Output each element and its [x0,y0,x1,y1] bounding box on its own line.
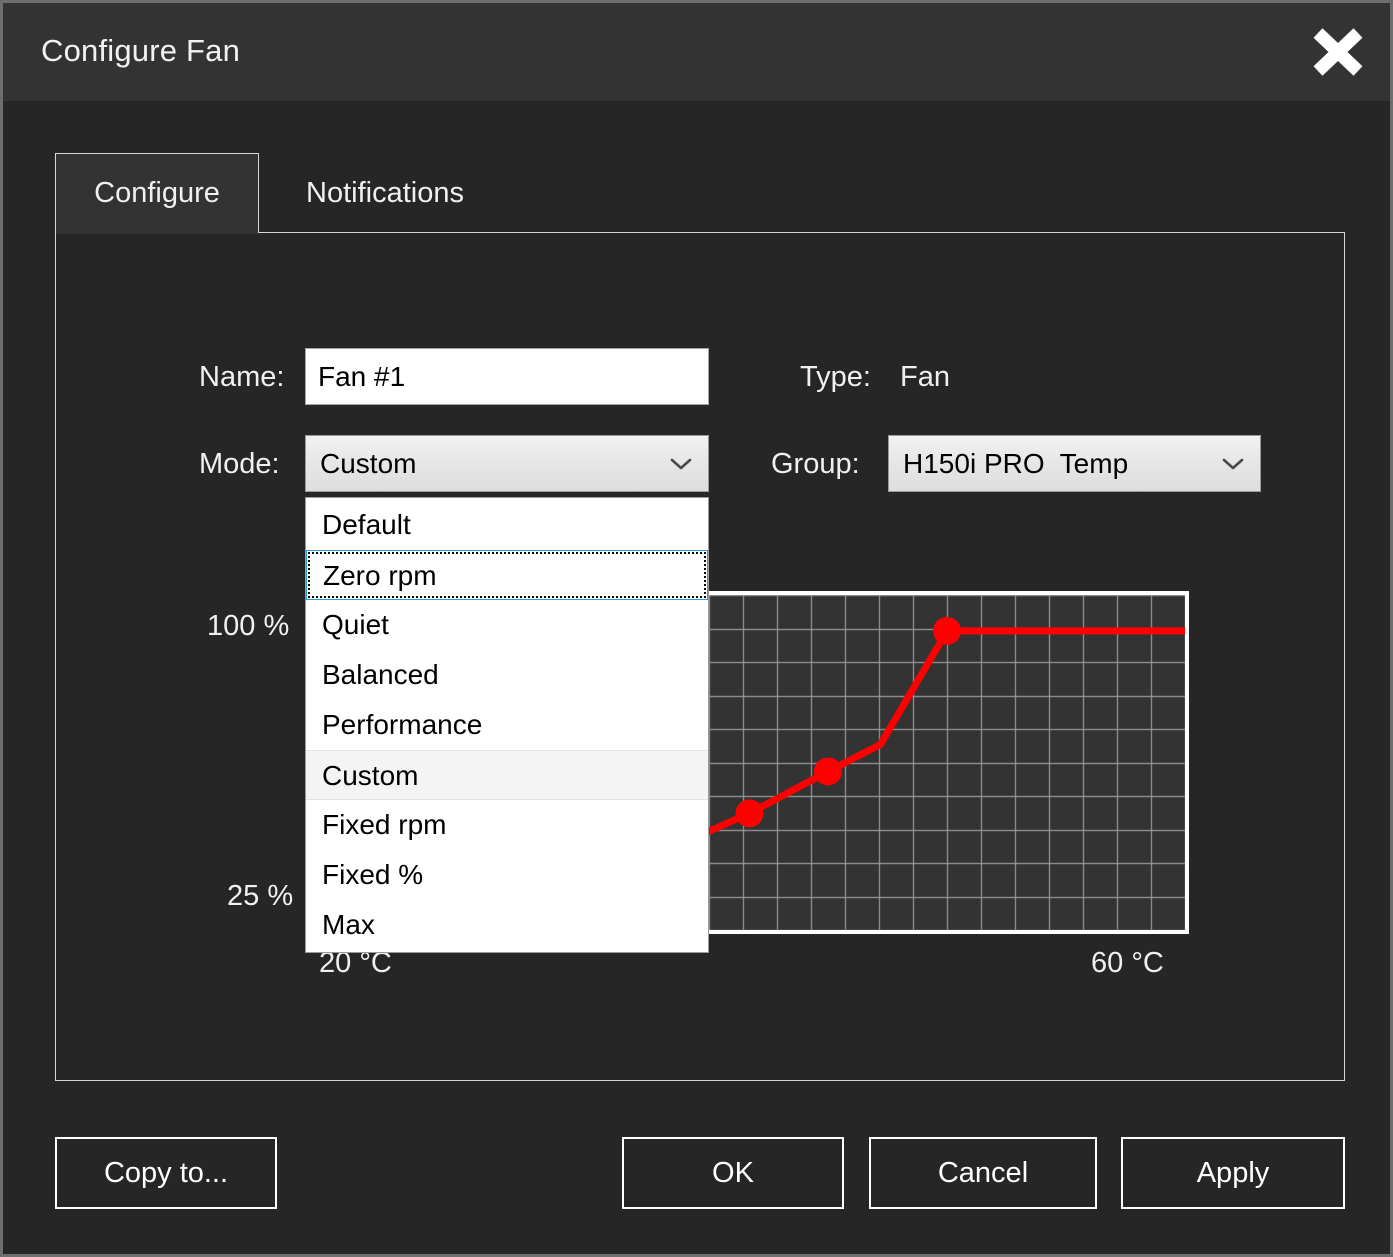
apply-label: Apply [1196,1156,1270,1189]
chart-plot-area[interactable] [709,595,1185,930]
mode-option-label: Zero rpm [323,560,437,591]
curve-control-point[interactable] [735,799,764,828]
chevron-down-icon [1222,458,1244,469]
mode-option-max[interactable]: Max [306,900,708,950]
copy-to-label: Copy to... [103,1156,229,1189]
mode-option-custom[interactable]: Custom [306,750,708,800]
name-label: Name: [199,361,285,393]
cancel-label: Cancel [937,1156,1029,1189]
mode-option-label: Fixed % [322,859,424,890]
fan-curve-chart[interactable] [705,591,1189,934]
chevron-down-icon [670,458,692,469]
close-icon[interactable] [1306,21,1370,83]
ok-label: OK [712,1156,754,1189]
group-select[interactable]: H150i PRO Temp [888,435,1261,492]
mode-option-label: Custom [322,760,419,791]
mode-option-label: Fixed rpm [322,809,447,840]
mode-option-balanced[interactable]: Balanced [306,650,708,700]
mode-option-performance[interactable]: Performance [306,700,708,750]
mode-select[interactable]: Custom [305,435,709,492]
type-label: Type: [800,361,871,393]
tab-configure-label: Configure [94,177,220,209]
window-title: Configure Fan [41,33,241,68]
x-axis-right-label: 60 °C [1091,947,1164,979]
mode-label: Mode: [199,448,280,480]
mode-option-default[interactable]: Default [306,500,708,550]
mode-option-fixed[interactable]: Fixed % [306,850,708,900]
y-axis-top-label: 100 % [207,610,290,642]
mode-option-label: Max [322,909,375,940]
y-axis-bottom-label: 25 % [227,880,294,912]
group-select-value: H150i PRO Temp [903,447,1129,479]
mode-select-value: Custom [320,447,417,479]
curve-control-point[interactable] [933,616,961,645]
mode-option-fixed-rpm[interactable]: Fixed rpm [306,800,708,850]
configure-fan-dialog: Configure Fan Configure Notifications Na… [0,0,1393,1257]
ok-button[interactable]: OK [622,1137,844,1209]
cancel-button[interactable]: Cancel [869,1137,1097,1209]
apply-button[interactable]: Apply [1121,1137,1345,1209]
tab-notifications[interactable]: Notifications [265,153,505,233]
mode-option-quiet[interactable]: Quiet [306,600,708,650]
title-bar: Configure Fan [3,3,1390,101]
group-label: Group: [771,448,860,480]
name-input[interactable] [305,348,709,405]
copy-to-button[interactable]: Copy to... [55,1137,277,1209]
mode-option-label: Default [322,509,411,540]
mode-option-label: Balanced [322,659,439,690]
type-value: Fan [900,361,950,393]
curve-control-point[interactable] [814,757,842,786]
mode-option-zero-rpm[interactable]: Zero rpm [306,550,708,600]
tab-seam [56,231,258,234]
mode-dropdown-list[interactable]: Default Zero rpm Quiet Balanced Performance C… [305,497,709,953]
tab-notifications-label: Notifications [306,176,464,209]
mode-option-label: Quiet [322,609,389,640]
mode-option-label: Performance [322,709,483,740]
tab-configure[interactable]: Configure [55,153,259,233]
